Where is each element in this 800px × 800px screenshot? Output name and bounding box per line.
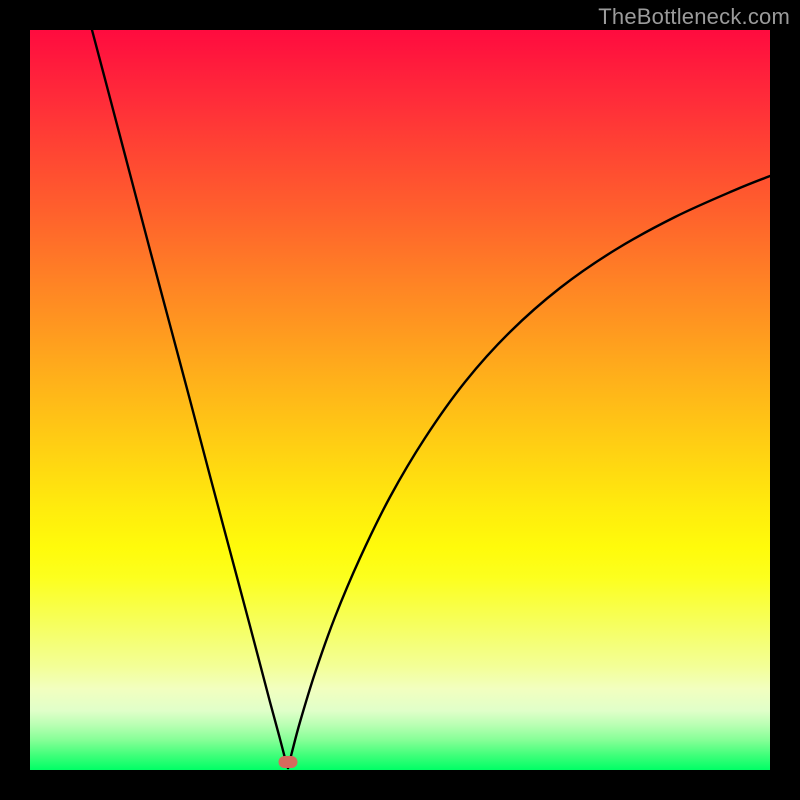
curve-right-branch	[288, 176, 770, 768]
curve-left-branch	[92, 30, 288, 768]
bottleneck-curve	[30, 30, 770, 770]
minimum-marker	[279, 756, 298, 768]
chart-frame: TheBottleneck.com	[0, 0, 800, 800]
watermark-text: TheBottleneck.com	[598, 4, 790, 30]
plot-area	[30, 30, 770, 770]
